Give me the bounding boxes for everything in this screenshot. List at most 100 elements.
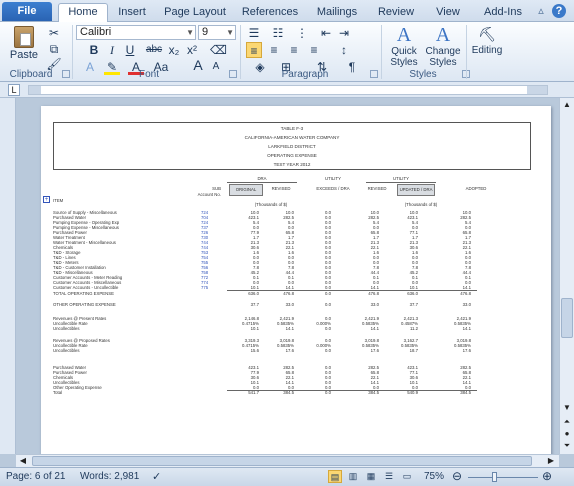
quick-styles-label: Quick Styles — [390, 46, 418, 68]
subscript-button[interactable]: x₂ — [166, 42, 182, 58]
cell-value: 384.5 — [283, 390, 294, 395]
cell-value: 384.5 — [460, 390, 471, 395]
horizontal-ruler[interactable]: L — [0, 82, 574, 98]
horizontal-scrollbar[interactable]: ◀ ▶ — [16, 454, 559, 467]
outline-icon[interactable]: ☰ — [382, 470, 396, 483]
tab-add-ins[interactable]: Add-Ins — [478, 4, 528, 22]
italic-button[interactable]: I — [104, 42, 120, 58]
table-move-handle-icon[interactable]: + — [43, 196, 50, 203]
tab-mailings[interactable]: Mailings — [310, 4, 364, 22]
proofing-icon[interactable]: ✓ — [152, 470, 161, 483]
word-window: File Home Insert Page Layout References … — [0, 0, 574, 486]
row-label: Uncollectibles — [53, 326, 80, 331]
decrease-indent-icon[interactable]: ⇤ — [318, 25, 334, 41]
status-bar: Page: 6 of 21 Words: 2,981 ✓ ▤ ▥ ▦ ☰ ▭ 7… — [0, 467, 574, 486]
bold-button[interactable]: B — [86, 42, 102, 58]
row-label: Total — [53, 390, 63, 395]
cell-value: 0.0 — [325, 390, 331, 395]
previous-page-icon[interactable]: ⏶ — [561, 416, 573, 428]
underline-button[interactable]: U — [122, 42, 138, 58]
tab-file[interactable]: File — [2, 2, 52, 21]
column-header: REVISED — [367, 186, 387, 191]
units-label: (Thousands of $) — [254, 202, 288, 207]
vertical-ruler[interactable] — [0, 98, 16, 454]
font-group-label: Font — [138, 69, 159, 80]
sub-header: SUB — [212, 186, 221, 191]
copy-icon[interactable]: ⧉ — [46, 41, 62, 57]
font-name-combo[interactable]: Calibri ▼ — [76, 25, 196, 40]
row-label: OTHER OPERATING EXPENSE — [53, 302, 116, 307]
multilevel-list-icon[interactable]: ⋮ — [294, 25, 310, 41]
vertical-scrollbar[interactable]: ▲ ▼ ⏶ ● ⏷ — [559, 98, 574, 454]
zoom-in-icon[interactable]: ⊕ — [542, 469, 552, 483]
numbering-icon[interactable]: ☷ — [270, 25, 286, 41]
zoom-level[interactable]: 75% — [424, 471, 444, 482]
print-layout-icon[interactable]: ▤ — [328, 470, 342, 483]
change-styles-button[interactable]: A Change Styles — [424, 24, 462, 68]
zoom-out-icon[interactable]: ⊖ — [452, 469, 462, 483]
select-browse-object-icon[interactable]: ● — [561, 428, 573, 440]
cell-value: 17.6 — [285, 348, 294, 353]
title-line: OPERATING EXPENSE — [267, 153, 317, 158]
tab-insert[interactable]: Insert — [110, 4, 154, 22]
tab-review[interactable]: Review — [374, 4, 418, 22]
web-layout-icon[interactable]: ▦ — [364, 470, 378, 483]
scroll-left-icon[interactable]: ◀ — [17, 455, 29, 467]
document-page[interactable]: TABLE F-3 CALIFORNIA-AMERICAN WATER COMPA… — [41, 106, 551, 454]
minimize-ribbon-icon[interactable]: ▵ — [534, 4, 548, 18]
scroll-right-icon[interactable]: ▶ — [545, 455, 557, 467]
group-line — [227, 182, 297, 183]
cell-value: 14.1 — [462, 326, 471, 331]
font-launcher-icon[interactable] — [229, 70, 237, 78]
paste-button[interactable]: Paste — [6, 26, 42, 66]
clipboard-launcher-icon[interactable] — [62, 70, 70, 78]
paragraph-launcher-icon[interactable] — [370, 70, 378, 78]
cell-value: 33.0 — [370, 302, 379, 307]
scroll-up-icon[interactable]: ▲ — [561, 99, 573, 111]
bullets-icon[interactable]: ☰ — [246, 25, 262, 41]
quick-styles-icon: A — [396, 24, 412, 46]
editing-button[interactable]: ⛏ Editing — [470, 24, 504, 64]
draft-icon[interactable]: ▭ — [400, 470, 414, 483]
full-screen-reading-icon[interactable]: ▥ — [346, 470, 360, 483]
next-page-icon[interactable]: ⏷ — [561, 440, 573, 452]
tab-references[interactable]: References — [238, 4, 302, 22]
align-left-icon[interactable]: ≡ — [246, 42, 262, 58]
clear-formatting-icon[interactable]: ⌫ — [210, 42, 227, 58]
column-group: UTILITY — [393, 176, 409, 181]
cell-value: 476.8 — [368, 291, 379, 296]
align-center-icon[interactable]: ≡ — [266, 42, 282, 58]
tab-home[interactable]: Home — [58, 3, 108, 23]
line-spacing-icon[interactable]: ↕ — [336, 42, 352, 58]
quick-styles-button[interactable]: A Quick Styles — [386, 24, 422, 68]
cell-value: 15.6 — [250, 348, 259, 353]
column-header: ORIGINAL — [229, 184, 263, 196]
help-icon[interactable]: ? — [552, 4, 566, 18]
left-margin — [29, 86, 41, 94]
align-right-icon[interactable]: ≡ — [286, 42, 302, 58]
zoom-slider[interactable] — [468, 477, 538, 478]
tab-page-layout[interactable]: Page Layout — [160, 4, 230, 22]
increase-indent-icon[interactable]: ⇥ — [336, 25, 352, 41]
cell-value: 384.5 — [368, 390, 379, 395]
tab-view[interactable]: View — [428, 4, 468, 22]
cut-icon[interactable]: ✂ — [46, 25, 62, 41]
justify-icon[interactable]: ≡ — [306, 42, 322, 58]
document-area[interactable]: TABLE F-3 CALIFORNIA-AMERICAN WATER COMPA… — [16, 98, 559, 454]
column-group: UTILITY — [325, 176, 341, 181]
page-indicator[interactable]: Page: 6 of 21 — [6, 471, 66, 482]
word-count[interactable]: Words: 2,981 — [80, 471, 139, 482]
ribbon-tab-bar: File Home Insert Page Layout References … — [0, 0, 574, 23]
row-label: Uncollectibles — [53, 348, 80, 353]
zoom-slider-thumb[interactable] — [492, 472, 498, 482]
row-label: Customer Accounts - Uncollectible — [53, 285, 119, 290]
column-header: ADOPTED — [465, 186, 487, 191]
scroll-down-icon[interactable]: ▼ — [561, 402, 573, 414]
clipboard-icon — [14, 26, 34, 48]
horizontal-scroll-thumb[interactable] — [32, 456, 532, 466]
vertical-scroll-thumb[interactable] — [561, 298, 573, 338]
tab-selector-icon[interactable]: L — [8, 84, 20, 96]
superscript-button[interactable]: x² — [184, 42, 200, 58]
font-size-combo[interactable]: 9 ▼ — [198, 25, 236, 40]
strikethrough-button[interactable]: abc — [144, 42, 164, 58]
